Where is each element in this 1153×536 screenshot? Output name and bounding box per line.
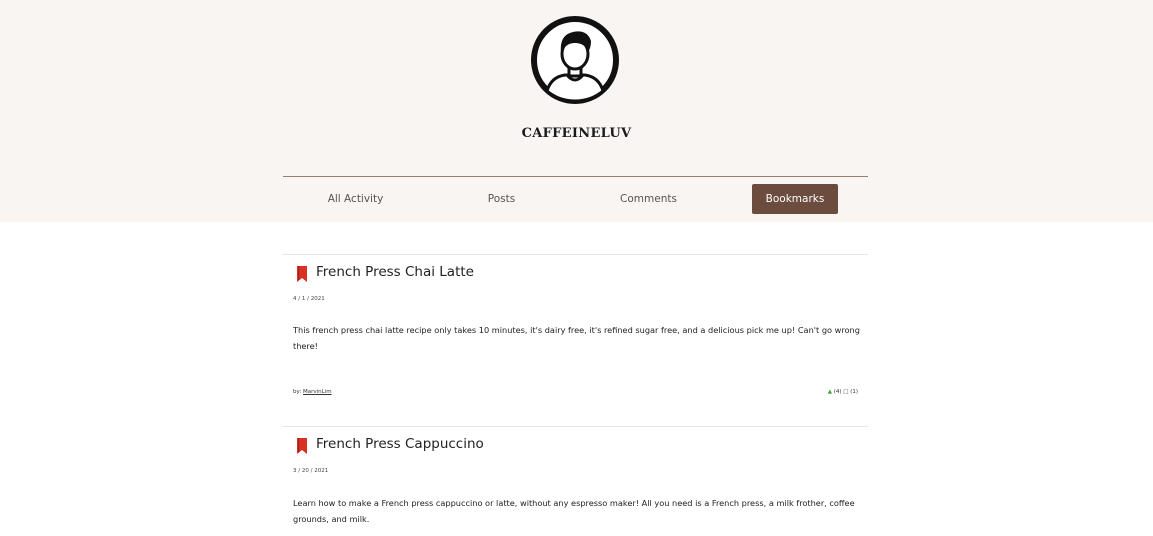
post-card: French Press Cappuccino 3 / 20 / 2021 Le… xyxy=(283,426,868,536)
post-author: by: MarvinLim xyxy=(293,389,332,395)
post-title[interactable]: French Press Cappuccino xyxy=(316,436,484,452)
profile-tabs: All Activity Posts Comments Bookmarks xyxy=(283,184,868,214)
bookmark-icon[interactable] xyxy=(296,438,308,454)
author-link[interactable]: MarvinLim xyxy=(303,389,332,395)
profile-username: CAFFEINELUV xyxy=(521,126,632,141)
tabs-divider xyxy=(283,176,868,177)
tab-comments[interactable]: Comments xyxy=(575,184,722,214)
post-body: This french press chai latte recipe only… xyxy=(293,325,860,351)
post-reactions: ▲ (4) □ (1) xyxy=(828,389,858,395)
post-title[interactable]: French Press Chai Latte xyxy=(316,264,474,280)
tab-bookmarks[interactable]: Bookmarks xyxy=(752,184,838,214)
comment-count: (1) xyxy=(850,389,858,395)
thumbs-up-icon[interactable]: ▲ xyxy=(828,389,832,395)
user-avatar-icon xyxy=(531,16,619,104)
post-date: 3 / 20 / 2021 xyxy=(293,468,329,474)
tab-all-activity[interactable]: All Activity xyxy=(283,184,428,214)
like-count: (4) xyxy=(833,389,842,395)
profile-header: CAFFEINELUV All Activity Posts Comments … xyxy=(0,0,1153,222)
post-card: French Press Chai Latte 4 / 1 / 2021 Thi… xyxy=(283,254,868,426)
bookmark-icon[interactable] xyxy=(296,266,308,282)
post-divider xyxy=(283,254,868,255)
tab-posts[interactable]: Posts xyxy=(428,184,575,214)
author-prefix: by: xyxy=(293,389,302,395)
post-date: 4 / 1 / 2021 xyxy=(293,296,325,302)
comment-icon[interactable]: □ xyxy=(843,389,848,395)
post-divider xyxy=(283,426,868,427)
post-body: Learn how to make a French press cappucc… xyxy=(293,498,855,524)
